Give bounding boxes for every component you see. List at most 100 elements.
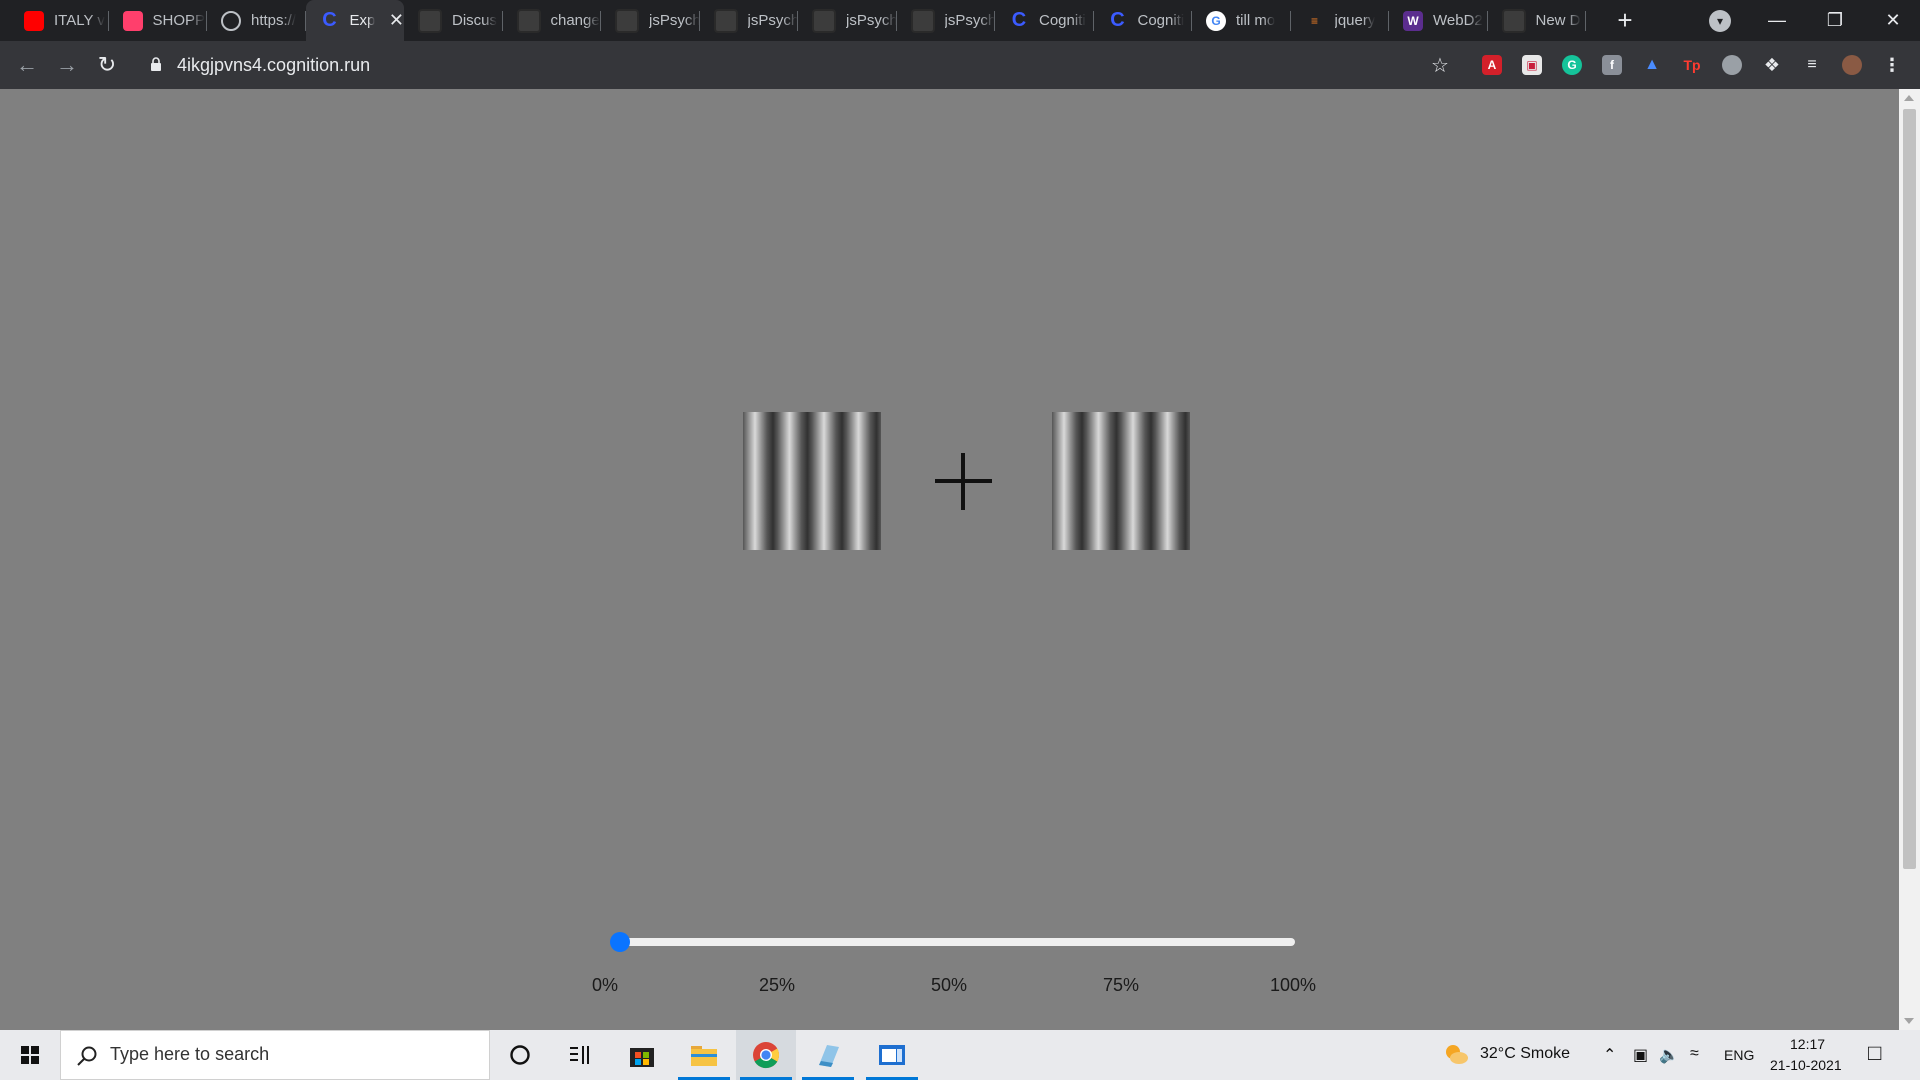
browser-tab[interactable]: SHOPP xyxy=(109,0,207,41)
browser-tab[interactable]: Gtill mo xyxy=(1192,0,1291,41)
menu-kebab-icon[interactable]: ⋮ xyxy=(1882,55,1902,75)
windows-start-icon[interactable] xyxy=(10,1040,50,1070)
webd-icon: W xyxy=(1403,10,1423,31)
minimize-button[interactable]: — xyxy=(1748,0,1806,41)
reading-list-icon[interactable]: ≡ xyxy=(1802,55,1822,75)
browser-tab[interactable]: jsPsych xyxy=(798,0,897,41)
tab-title: till mo xyxy=(1236,12,1276,29)
wifi-icon[interactable]: ≈ xyxy=(1690,1045,1699,1063)
close-tab-icon[interactable]: ✕ xyxy=(389,10,404,31)
notepad-icon[interactable] xyxy=(798,1030,858,1080)
bookmark-star-icon[interactable]: ☆ xyxy=(1430,55,1450,77)
browser-tab[interactable]: jsPsych xyxy=(897,0,996,41)
taskbar-search-box[interactable]: Type here to search xyxy=(60,1030,490,1080)
restore-button[interactable]: ❐ xyxy=(1806,0,1864,41)
circle-extension-icon[interactable] xyxy=(1722,55,1742,75)
lock-icon[interactable] xyxy=(150,57,162,71)
tab-title: SHOPP xyxy=(152,12,206,29)
pocket-extension-icon[interactable]: ▣ xyxy=(1522,55,1542,75)
notifications-icon[interactable]: □ xyxy=(1868,1040,1881,1066)
scroll-up-icon[interactable] xyxy=(1904,95,1914,101)
extensions-puzzle-icon[interactable]: ❖ xyxy=(1762,55,1782,75)
language-indicator[interactable]: ENG xyxy=(1724,1047,1754,1063)
chrome-icon[interactable] xyxy=(736,1030,796,1080)
show-hidden-icons-chevron-icon[interactable]: ⌃ xyxy=(1603,1045,1616,1065)
new-tab-button[interactable]: + xyxy=(1612,7,1638,33)
task-view-icon[interactable] xyxy=(550,1030,610,1080)
volume-icon[interactable]: 🔈 xyxy=(1659,1045,1679,1065)
reload-icon[interactable]: ↻ xyxy=(95,53,119,77)
weather-icon[interactable] xyxy=(1443,1042,1469,1071)
slider-tick-label: 75% xyxy=(1102,975,1140,995)
cortana-icon[interactable] xyxy=(490,1030,550,1080)
tab-search-icon[interactable]: ▾ xyxy=(1709,10,1731,32)
browser-tab[interactable]: C Cogniti xyxy=(995,0,1094,41)
tab-title: Cogniti xyxy=(1039,12,1086,29)
app-window-icon[interactable] xyxy=(862,1030,922,1080)
github-icon xyxy=(418,8,442,33)
google-icon: G xyxy=(1206,10,1226,31)
address-bar[interactable]: 4ikgjpvns4.cognition.run xyxy=(177,55,370,76)
tab-title: jsPsych xyxy=(944,12,996,29)
back-icon[interactable]: ← xyxy=(15,53,39,77)
search-icon xyxy=(77,1046,97,1066)
browser-tab[interactable]: ITALY v xyxy=(10,0,109,41)
browser-tab[interactable]: ≡ jquery xyxy=(1291,0,1389,41)
scroll-down-icon[interactable] xyxy=(1904,1018,1914,1024)
browser-toolbar: ← → ↻ 4ikgjpvns4.cognition.run ☆ A ▣ G f… xyxy=(0,41,1920,90)
facebook-extension-icon[interactable]: f xyxy=(1602,55,1622,75)
tab-title: WebD2 xyxy=(1433,12,1483,29)
tab-title: https:// xyxy=(251,12,297,29)
acrobat-extension-icon[interactable]: A xyxy=(1482,55,1502,75)
clock-time[interactable]: 12:17 xyxy=(1790,1036,1825,1052)
slider-tick-label: 50% xyxy=(930,975,968,995)
page-scrollbar[interactable] xyxy=(1899,89,1920,1030)
tab-title: ITALY v xyxy=(54,12,105,29)
search-placeholder: Type here to search xyxy=(110,1044,270,1064)
slider-tick-label: 0% xyxy=(591,975,619,995)
browser-tab[interactable]: Discus xyxy=(404,0,503,41)
grammarly-extension-icon[interactable]: G xyxy=(1562,55,1582,75)
tab-title: Discus xyxy=(452,12,498,29)
response-slider-thumb[interactable] xyxy=(610,932,630,952)
store-icon[interactable] xyxy=(612,1030,672,1080)
github-icon xyxy=(713,8,738,33)
fixation-cross-horizontal xyxy=(935,479,992,483)
stackoverflow-icon: ≡ xyxy=(1310,13,1318,28)
tab-active[interactable]: C Exp ✕ xyxy=(305,0,404,41)
tp-extension-icon[interactable]: Tp xyxy=(1682,55,1702,75)
weather-text[interactable]: 32°C Smoke xyxy=(1480,1045,1570,1063)
forward-icon[interactable]: → xyxy=(55,53,79,77)
experiment-page xyxy=(0,89,1899,1030)
file-explorer-icon[interactable] xyxy=(674,1030,734,1080)
browser-tab[interactable]: jsPsych xyxy=(700,0,798,41)
tab-separator xyxy=(1585,11,1586,31)
tab-title: jsPsych xyxy=(649,12,700,29)
browser-tab[interactable]: https:// xyxy=(207,0,306,41)
tab-title: change xyxy=(550,12,600,29)
response-slider-track[interactable] xyxy=(620,938,1295,946)
myntra-icon xyxy=(122,10,143,31)
clock-date[interactable]: 21-10-2021 xyxy=(1770,1057,1842,1073)
slider-tick-label: 100% xyxy=(1269,975,1317,995)
browser-tab[interactable]: jsPsych xyxy=(601,0,700,41)
meet-now-icon[interactable]: ▣ xyxy=(1633,1045,1648,1065)
browser-tab[interactable]: New D xyxy=(1488,0,1586,41)
slider-tick-label: 25% xyxy=(758,975,796,995)
cognition-icon: C xyxy=(1110,9,1125,31)
cognition-icon: C xyxy=(1011,9,1027,31)
browser-tab[interactable]: change xyxy=(503,0,601,41)
scrollbar-thumb[interactable] xyxy=(1903,109,1916,869)
close-window-button[interactable]: ✕ xyxy=(1864,0,1920,41)
tab-title: New D xyxy=(1535,12,1581,29)
browser-tab[interactable]: C Cogniti xyxy=(1094,0,1192,41)
profile-avatar[interactable] xyxy=(1842,55,1862,75)
github-icon xyxy=(615,8,639,33)
tab-title: Cogniti xyxy=(1137,12,1185,29)
globe-icon xyxy=(221,10,241,31)
cap-extension-icon[interactable]: ▲ xyxy=(1642,55,1662,75)
tab-title: jquery xyxy=(1334,12,1376,29)
github-icon xyxy=(1501,8,1526,33)
browser-tab[interactable]: W WebD2 xyxy=(1389,0,1488,41)
tab-title: jsPsych xyxy=(846,12,897,29)
